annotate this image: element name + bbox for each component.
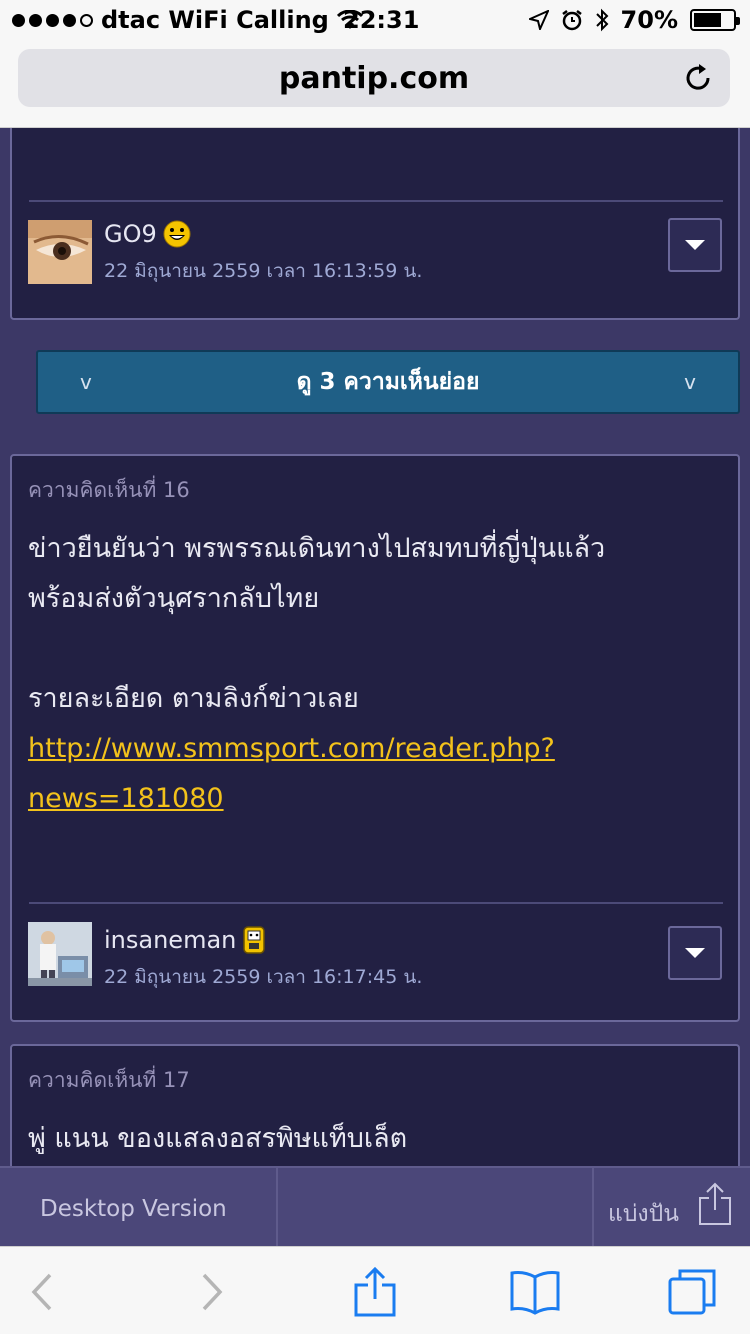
signal-strength-icon <box>12 13 93 27</box>
chevron-down-icon: v <box>80 370 92 394</box>
clock: 22:31 <box>343 6 420 34</box>
comment-author: insaneman <box>104 926 266 954</box>
alarm-icon <box>561 10 582 31</box>
comment-date: 22 มิถุนายน 2559 เวลา 16:17:45 น. <box>104 966 423 988</box>
smiley-badge-icon <box>163 220 191 248</box>
browser-address-area: pantip.com <box>0 40 750 128</box>
forward-arrow-icon[interactable] <box>184 1265 238 1319</box>
view-replies-label: ดู 3 ความเห็นย่อย <box>296 369 480 395</box>
desktop-version-link[interactable]: Desktop Version <box>40 1196 227 1222</box>
dropdown-triangle-icon <box>685 948 705 958</box>
location-arrow-icon <box>528 10 549 30</box>
chevron-down-icon: v <box>684 370 696 394</box>
comment-card: ความคิดเห็นที่ 16 ข่าวยืนยันว่า พรพรรณเด… <box>10 454 740 1022</box>
avatar[interactable] <box>28 922 92 986</box>
share-icon[interactable] <box>698 1182 732 1226</box>
divider <box>29 200 723 202</box>
divider <box>276 1168 278 1248</box>
reload-icon[interactable] <box>682 62 714 94</box>
dropdown-triangle-icon <box>685 240 705 250</box>
battery-level <box>694 13 721 27</box>
site-bottom-bar: Desktop Version แบ่งปัน <box>0 1166 750 1248</box>
news-link[interactable]: news=181080 <box>28 774 224 824</box>
comment-line: ข่าวยืนยันว่า พรพรรณเดินทางไปสมทบที่ญี่ป… <box>28 533 606 564</box>
status-icons: 70% <box>528 6 740 34</box>
divider <box>592 1168 594 1248</box>
comment-card: ความคิดเห็นที่ 17 พู่ แนน ของแสลงอสรพิษแ… <box>10 1044 740 1168</box>
divider <box>29 902 723 904</box>
author-name[interactable]: insaneman <box>104 926 236 954</box>
comment-line: พู่ แนน ของแสลงอสรพิษแท็บเล็ต <box>28 1123 408 1154</box>
comment-date: 22 มิถุนายน 2559 เวลา 16:13:59 น. <box>104 260 423 282</box>
comment-author: GO9 <box>104 220 191 248</box>
bookmarks-icon[interactable] <box>508 1265 562 1319</box>
status-bar: dtac WiFi Calling 22:31 70% <box>0 0 750 40</box>
tabs-icon[interactable] <box>666 1265 720 1319</box>
carrier-name: dtac WiFi Calling <box>101 6 329 34</box>
back-arrow-icon[interactable] <box>16 1265 70 1319</box>
share-icon[interactable] <box>348 1265 402 1319</box>
address-bar[interactable]: pantip.com <box>18 49 730 107</box>
page-content: GO9 22 มิถุนายน 2559 เวลา 16:13:59 น. v … <box>0 128 750 1168</box>
author-name[interactable]: GO9 <box>104 220 157 248</box>
battery-percent: 70% <box>620 6 678 34</box>
avatar[interactable] <box>28 220 92 284</box>
browser-toolbar <box>0 1246 750 1334</box>
carrier-group: dtac WiFi Calling <box>12 6 363 34</box>
url-text: pantip.com <box>278 60 470 96</box>
bluetooth-icon <box>595 8 608 32</box>
view-replies-button[interactable]: v ดู 3 ความเห็นย่อย v <box>36 350 740 414</box>
comment-number: ความคิดเห็นที่ 16 <box>28 478 190 502</box>
comment-line: พร้อมส่งตัวนุศรากลับไทย <box>28 583 320 614</box>
battery-icon <box>690 9 740 31</box>
comment-card: GO9 22 มิถุนายน 2559 เวลา 16:13:59 น. <box>10 128 740 320</box>
comment-line: รายละเอียด ตามลิงก์ข่าวเลย <box>28 683 359 714</box>
news-link[interactable]: http://www.smmsport.com/reader.php? <box>28 724 555 774</box>
share-label[interactable]: แบ่งปัน <box>608 1196 679 1232</box>
comment-options-button[interactable] <box>668 218 722 272</box>
comment-number: ความคิดเห็นที่ 17 <box>28 1068 190 1092</box>
comment-options-button[interactable] <box>668 926 722 980</box>
mobile-badge-icon <box>243 926 266 954</box>
